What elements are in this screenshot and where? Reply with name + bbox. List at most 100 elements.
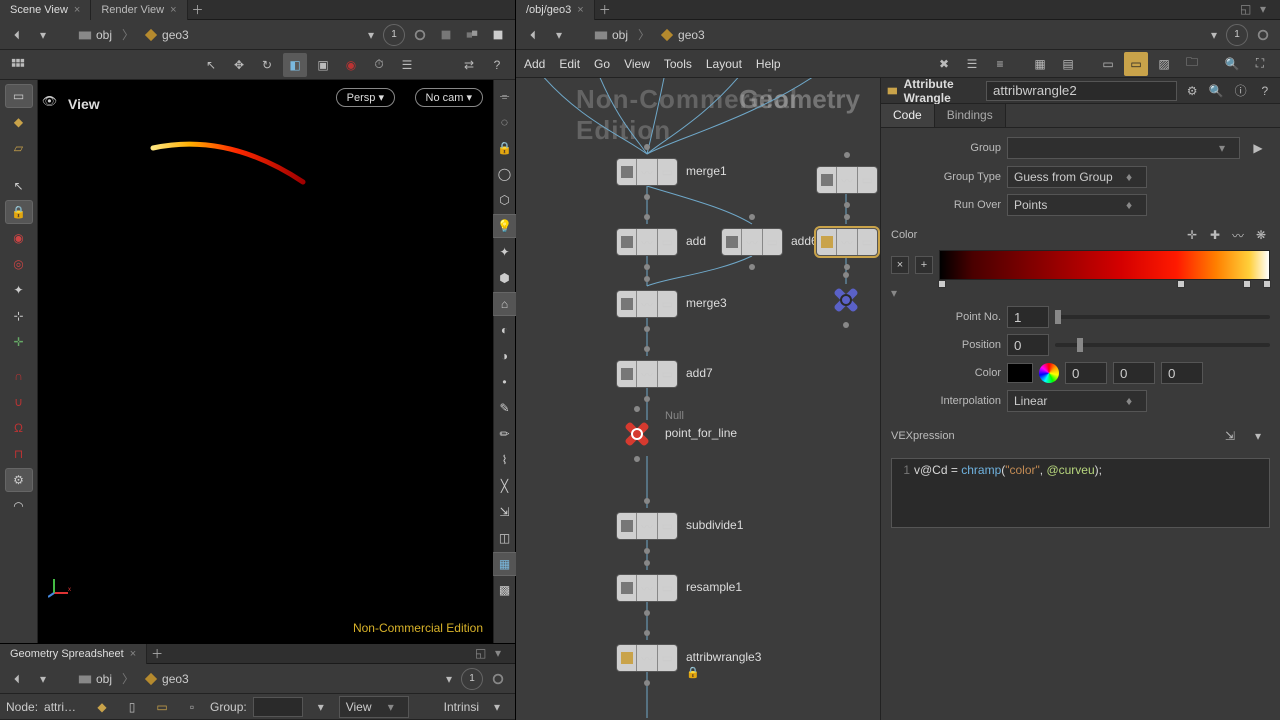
select-mode-button[interactable]: ▭ bbox=[5, 84, 33, 108]
axis-tool[interactable]: ✛ bbox=[5, 330, 33, 354]
disp-k[interactable]: ╳ bbox=[491, 474, 519, 498]
disp-f[interactable]: ✦ bbox=[491, 240, 519, 264]
view-select[interactable]: View▾ bbox=[339, 696, 409, 718]
disp-i[interactable]: ◑ bbox=[491, 344, 519, 368]
disp-brush[interactable]: ✎ bbox=[491, 396, 519, 420]
render-all-button[interactable] bbox=[461, 24, 483, 46]
node-graph-canvas[interactable]: Non-Commercial Edition Geometry bbox=[516, 78, 880, 720]
options-button[interactable]: ⇄ bbox=[457, 53, 481, 77]
path-level[interactable]: obj bbox=[588, 24, 634, 46]
nav-back-button[interactable] bbox=[6, 24, 28, 46]
grouptype-select[interactable]: Guess from Group♦ bbox=[1007, 166, 1147, 188]
close-icon[interactable]: × bbox=[170, 4, 176, 16]
scale-tool[interactable]: ◧ bbox=[283, 53, 307, 77]
red-tool-b[interactable]: ◎ bbox=[5, 252, 33, 276]
maximize-icon[interactable]: ◱ bbox=[1240, 2, 1256, 18]
node-add[interactable]: 〰▭add bbox=[616, 228, 678, 256]
path-dropdown-button[interactable]: ▾ bbox=[1206, 24, 1222, 46]
nav-back-button[interactable] bbox=[6, 668, 28, 690]
node-subdiv[interactable]: 〰▭subdivide1 bbox=[616, 512, 678, 540]
snap-tool[interactable]: ⊹ bbox=[5, 304, 33, 328]
node-aw3[interactable]: 〰▭attribwrangle3🔒 bbox=[616, 644, 678, 672]
disp-bulb[interactable]: 💡 bbox=[491, 214, 519, 238]
menu-go[interactable]: Go bbox=[594, 57, 610, 71]
close-icon[interactable]: × bbox=[577, 4, 583, 16]
path-node[interactable]: geo3 bbox=[138, 24, 195, 46]
path-level[interactable]: obj bbox=[72, 24, 118, 46]
node-sidewr[interactable]: 〰▭ bbox=[816, 228, 878, 256]
image-icon[interactable]: ▨ bbox=[1152, 52, 1176, 76]
camera-menu[interactable]: Persp ▾ bbox=[336, 88, 395, 107]
magnet-d[interactable]: ⊓ bbox=[5, 442, 33, 466]
node-sideop[interactable]: 〰▭ bbox=[816, 166, 878, 194]
close-icon[interactable]: × bbox=[130, 648, 136, 660]
node-null_point[interactable]: Nullpoint_for_line bbox=[623, 420, 651, 448]
select-edge-button[interactable]: ▱ bbox=[5, 136, 33, 160]
tab-render-view[interactable]: Render View× bbox=[91, 0, 187, 20]
vex-editor[interactable]: 1 v@Cd = chramp("color", @curveu); bbox=[891, 458, 1270, 528]
disp-j[interactable]: ⌇ bbox=[491, 448, 519, 472]
frame-number[interactable]: 1 bbox=[1226, 24, 1248, 46]
nav-history-button[interactable]: ▾ bbox=[548, 24, 570, 46]
disp-m[interactable]: ◫ bbox=[491, 526, 519, 550]
rotate-tool[interactable]: ↻ bbox=[255, 53, 279, 77]
select-point-button[interactable]: ◆ bbox=[5, 110, 33, 134]
settings-tool[interactable]: ☰ bbox=[395, 53, 419, 77]
node-add7[interactable]: 〰▭add7 bbox=[616, 360, 678, 388]
path-node[interactable]: geo3 bbox=[654, 24, 711, 46]
render-button[interactable] bbox=[435, 24, 457, 46]
pointno-input[interactable] bbox=[1007, 306, 1049, 328]
magnet-a[interactable]: ∩ bbox=[5, 364, 33, 388]
sticky-icon[interactable]: ▭ bbox=[1124, 52, 1148, 76]
flipbook-button[interactable] bbox=[487, 24, 509, 46]
ramp-stop[interactable] bbox=[1177, 280, 1185, 288]
filter-button[interactable]: ▾ bbox=[309, 695, 333, 719]
vex-menu-button[interactable]: ▾ bbox=[1246, 424, 1270, 448]
grid-b-icon[interactable]: ▤ bbox=[1056, 52, 1080, 76]
menu-view[interactable]: View bbox=[624, 57, 650, 71]
tab-geo-spreadsheet[interactable]: Geometry Spreadsheet× bbox=[0, 644, 147, 664]
gear-tool[interactable]: ⚙ bbox=[5, 468, 33, 492]
vex-expand-button[interactable]: ⇲ bbox=[1218, 424, 1242, 448]
ramp-add-button[interactable]: + bbox=[915, 256, 933, 274]
help-icon[interactable]: ? bbox=[1256, 79, 1274, 103]
class-detail-button[interactable]: ▫ bbox=[180, 695, 204, 719]
position-slider[interactable] bbox=[1055, 343, 1270, 347]
class-prims-button[interactable]: ▭ bbox=[150, 695, 174, 719]
grid-a-icon[interactable]: ▦ bbox=[1028, 52, 1052, 76]
red-tool-a[interactable]: ◉ bbox=[5, 226, 33, 250]
nav-back-button[interactable] bbox=[522, 24, 544, 46]
menu-edit[interactable]: Edit bbox=[559, 57, 580, 71]
camera-lock[interactable]: No cam ▾ bbox=[415, 88, 483, 107]
disp-h[interactable]: ◐ bbox=[491, 318, 519, 342]
disp-e[interactable]: ⬡ bbox=[491, 188, 519, 212]
record-tool[interactable]: ◉ bbox=[339, 53, 363, 77]
help-button[interactable]: ? bbox=[485, 53, 509, 77]
menu-layout[interactable]: Layout bbox=[706, 57, 742, 71]
add-tab-button[interactable]: ＋ bbox=[147, 645, 167, 662]
curve-tool[interactable]: ◠ bbox=[5, 494, 33, 518]
class-points-button[interactable]: ◆ bbox=[90, 695, 114, 719]
close-icon[interactable]: × bbox=[74, 4, 80, 16]
visibility-icon[interactable]: 👁 bbox=[42, 94, 64, 116]
class-verts-button[interactable]: ▯ bbox=[120, 695, 144, 719]
node-merge1[interactable]: 〰▭merge1 bbox=[616, 158, 678, 186]
ramp-stop[interactable] bbox=[1243, 280, 1251, 288]
disp-c[interactable]: 🔒 bbox=[491, 136, 519, 160]
color-b-input[interactable] bbox=[1161, 362, 1203, 384]
disp-pen[interactable]: ✏ bbox=[491, 422, 519, 446]
list-a-icon[interactable]: ☰ bbox=[960, 52, 984, 76]
ramp-add-selected-icon[interactable]: ✚ bbox=[1206, 226, 1224, 244]
param-tab-code[interactable]: Code bbox=[881, 104, 935, 127]
pointno-slider[interactable] bbox=[1055, 315, 1270, 319]
node-sidenull[interactable] bbox=[832, 286, 860, 314]
color-swatch[interactable] bbox=[1007, 363, 1033, 383]
note-icon[interactable]: ▭ bbox=[1096, 52, 1120, 76]
disp-cam[interactable]: ⌂ bbox=[491, 292, 519, 316]
path-node[interactable]: geo3 bbox=[138, 668, 195, 690]
grid-menu-button[interactable] bbox=[6, 53, 30, 77]
frame-number[interactable]: 1 bbox=[461, 668, 483, 690]
disp-o[interactable]: ▩ bbox=[491, 578, 519, 602]
wrench-icon[interactable]: ✖ bbox=[932, 52, 956, 76]
color-r-input[interactable] bbox=[1065, 362, 1107, 384]
